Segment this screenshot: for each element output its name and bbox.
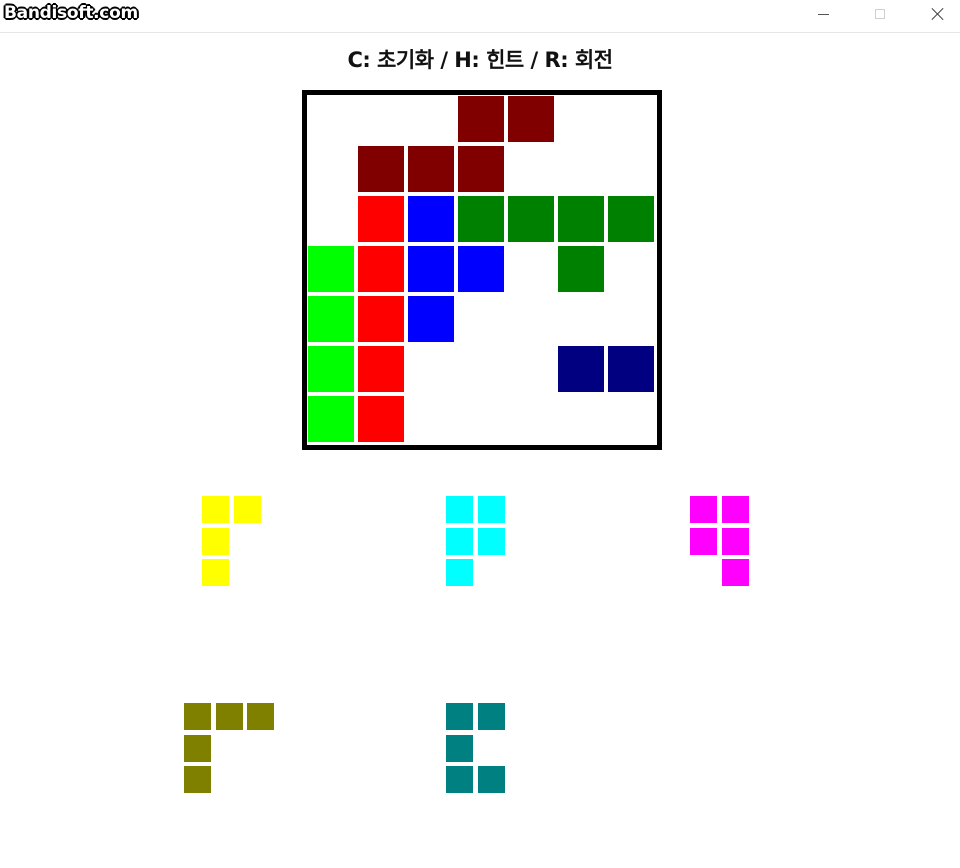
board-cell-navy [558, 346, 604, 392]
piece-magenta[interactable] [690, 496, 749, 586]
board-cell-lime [308, 296, 354, 342]
instructions-text: C: 초기화 / H: 힌트 / R: 회전 [347, 48, 613, 72]
maximize-button[interactable] [851, 0, 909, 28]
close-icon [931, 7, 945, 21]
piece-cell [446, 496, 473, 523]
piece-teal[interactable] [446, 703, 505, 793]
board-cell-blue [458, 246, 504, 292]
board-cell-green [458, 196, 504, 242]
piece-cell [722, 559, 749, 586]
piece-cell [478, 528, 505, 555]
piece-cell [446, 766, 473, 793]
maximize-icon [875, 9, 885, 19]
watermark-logo: Bandisoft.com [4, 3, 138, 23]
board-cell-red [358, 346, 404, 392]
piece-cell [446, 559, 473, 586]
piece-yellow[interactable] [202, 496, 261, 586]
board-cell-red [358, 296, 404, 342]
minimize-button[interactable] [794, 0, 852, 28]
board-cell-lime [308, 396, 354, 442]
piece-cell [247, 703, 274, 730]
board-cell-maroon [458, 96, 504, 142]
piece-cell [478, 766, 505, 793]
board-cell-blue [408, 246, 454, 292]
piece-cell [216, 703, 243, 730]
board-cell-blue [408, 296, 454, 342]
piece-cell [184, 735, 211, 762]
board-cell-red [358, 196, 404, 242]
board-cell-green [558, 196, 604, 242]
board-cell-navy [608, 346, 654, 392]
board-cell-blue [408, 196, 454, 242]
board-cell-maroon [408, 146, 454, 192]
board-cell-green [608, 196, 654, 242]
window-title-bar: Bandisoft.com [0, 0, 960, 33]
board-cell-lime [308, 346, 354, 392]
piece-cell [184, 766, 211, 793]
piece-cell [722, 528, 749, 555]
piece-cell [446, 528, 473, 555]
piece-cell [722, 496, 749, 523]
piece-cell [690, 496, 717, 523]
piece-cell [202, 528, 229, 555]
board-cell-red [358, 396, 404, 442]
board-cell-maroon [358, 146, 404, 192]
minimize-icon [817, 13, 829, 15]
piece-cell [202, 496, 229, 523]
board-cell-maroon [508, 96, 554, 142]
close-button[interactable] [909, 0, 960, 28]
piece-cell [446, 703, 473, 730]
piece-cell [184, 703, 211, 730]
game-board[interactable] [302, 90, 662, 450]
piece-cell [478, 703, 505, 730]
piece-cell [202, 559, 229, 586]
board-cell-lime [308, 246, 354, 292]
piece-cyan[interactable] [446, 496, 505, 586]
piece-cell [690, 528, 717, 555]
board-cell-green [508, 196, 554, 242]
piece-cell [234, 496, 261, 523]
piece-cell [478, 496, 505, 523]
piece-olive[interactable] [184, 703, 274, 793]
piece-cell [446, 735, 473, 762]
board-cell-green [558, 246, 604, 292]
board-cell-red [358, 246, 404, 292]
board-cell-maroon [458, 146, 504, 192]
